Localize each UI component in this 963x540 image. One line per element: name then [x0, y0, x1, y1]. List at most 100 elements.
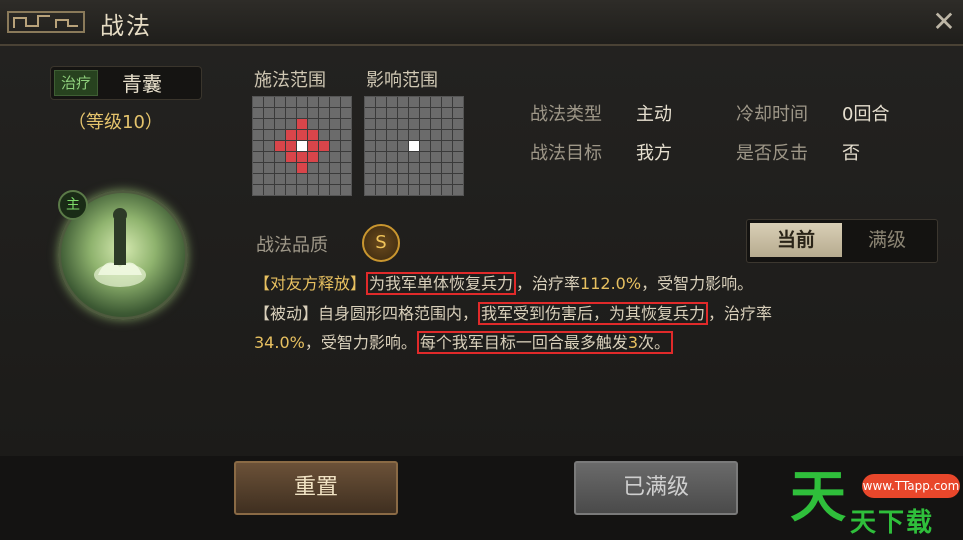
desc-text: ，受智力影响。 [641, 274, 754, 293]
grid-cell [319, 141, 329, 151]
grid-cell [376, 174, 386, 184]
grid-cell [319, 108, 329, 118]
grid-cell [431, 108, 441, 118]
skill-type-value: 主动 [636, 104, 672, 125]
grid-cell [442, 185, 452, 195]
grid-cell [398, 174, 408, 184]
grid-cell [297, 185, 307, 195]
desc-heal-rate-1: 112.0% [580, 274, 642, 293]
grid-cell [275, 185, 285, 195]
grid-cell [286, 97, 296, 107]
skill-name: 青囊 [122, 72, 162, 96]
desc-highlight-3: 每个我军目标一回合最多触发3次。 [416, 331, 674, 354]
description-line-3: 34.0%，受智力影响。 每个我军目标一回合最多触发3次。 [254, 329, 674, 354]
description-line-1: 【对友方释放】 为我军单体恢复兵力 ，治疗率112.0%，受智力影响。 [254, 270, 754, 295]
grid-cell [453, 163, 463, 173]
grid-cell [308, 185, 318, 195]
maxed-button[interactable]: 已满级 [574, 461, 738, 515]
grid-cell [275, 108, 285, 118]
grid-cell [409, 119, 419, 129]
grid-cell [253, 163, 263, 173]
desc-highlight-1: 为我军单体恢复兵力 [366, 272, 517, 295]
grid-cell [286, 174, 296, 184]
grid-cell [409, 108, 419, 118]
main-role-badge: 主 [58, 190, 88, 220]
grid-cell [275, 97, 285, 107]
grid-cell [409, 152, 419, 162]
grid-cell [376, 97, 386, 107]
grid-cell [330, 108, 340, 118]
grid-cell [253, 130, 263, 140]
grid-cell [387, 108, 397, 118]
grid-cell [253, 108, 263, 118]
grid-cell [286, 108, 296, 118]
grid-cell [330, 97, 340, 107]
grid-cell [341, 141, 351, 151]
grid-cell [409, 174, 419, 184]
grid-cell [387, 130, 397, 140]
grid-cell [376, 141, 386, 151]
grid-cell [442, 163, 452, 173]
grid-cell [297, 141, 307, 151]
tab-max-level[interactable]: 满级 [842, 223, 932, 257]
grid-cell [409, 185, 419, 195]
reset-button[interactable]: 重置 [234, 461, 398, 515]
grid-cell [275, 163, 285, 173]
grid-cell [387, 119, 397, 129]
watermark-logo-icon: 天 [790, 465, 846, 530]
grid-cell [376, 119, 386, 129]
counter-label: 是否反击 [736, 143, 808, 164]
desc-highlight-2: 我军受到伤害后，为其恢复兵力 [478, 302, 709, 325]
grid-cell [398, 141, 408, 151]
grid-cell [286, 185, 296, 195]
grid-cell [453, 108, 463, 118]
grid-cell [376, 163, 386, 173]
grid-cell [264, 130, 274, 140]
grid-cell [442, 152, 452, 162]
close-icon[interactable]: ✕ [930, 8, 958, 36]
grid-cell [365, 163, 375, 173]
grid-cell [398, 119, 408, 129]
grid-cell [341, 130, 351, 140]
grid-cell [431, 152, 441, 162]
grid-cell [365, 130, 375, 140]
grid-cell [286, 130, 296, 140]
grid-cell [409, 97, 419, 107]
title-ornament-icon [7, 11, 85, 33]
grid-cell [253, 97, 263, 107]
grid-cell [330, 174, 340, 184]
grid-cell [387, 185, 397, 195]
grid-cell [253, 152, 263, 162]
grid-cell [275, 174, 285, 184]
grid-cell [286, 141, 296, 151]
grid-cell [264, 163, 274, 173]
grid-cell [264, 97, 274, 107]
grid-cell [297, 108, 307, 118]
grid-cell [319, 119, 329, 129]
tab-current[interactable]: 当前 [750, 223, 842, 257]
counter-value: 否 [842, 143, 860, 164]
grid-cell [376, 130, 386, 140]
grid-cell [308, 174, 318, 184]
quality-label: 战法品质 [256, 235, 328, 256]
skill-target-value: 我方 [636, 143, 672, 164]
grid-cell [365, 174, 375, 184]
desc-text: ，治疗率 [708, 304, 773, 323]
grid-cell [341, 119, 351, 129]
grid-cell [264, 108, 274, 118]
desc-trigger-text: 每个我军目标一回合最多触发 [419, 333, 628, 352]
grid-cell [308, 130, 318, 140]
grid-cell [341, 97, 351, 107]
grid-cell [275, 152, 285, 162]
grid-cell [308, 119, 318, 129]
grid-cell [253, 119, 263, 129]
grid-cell [442, 141, 452, 151]
desc-heal-rate-2: 34.0% [254, 333, 305, 352]
cooldown-value: 0回合 [842, 104, 890, 125]
grid-cell [275, 130, 285, 140]
grid-cell [308, 163, 318, 173]
skill-level: （等级10） [68, 112, 163, 133]
grid-cell [308, 97, 318, 107]
effect-range-label: 影响范围 [366, 70, 438, 91]
cooldown-label: 冷却时间 [736, 104, 808, 125]
